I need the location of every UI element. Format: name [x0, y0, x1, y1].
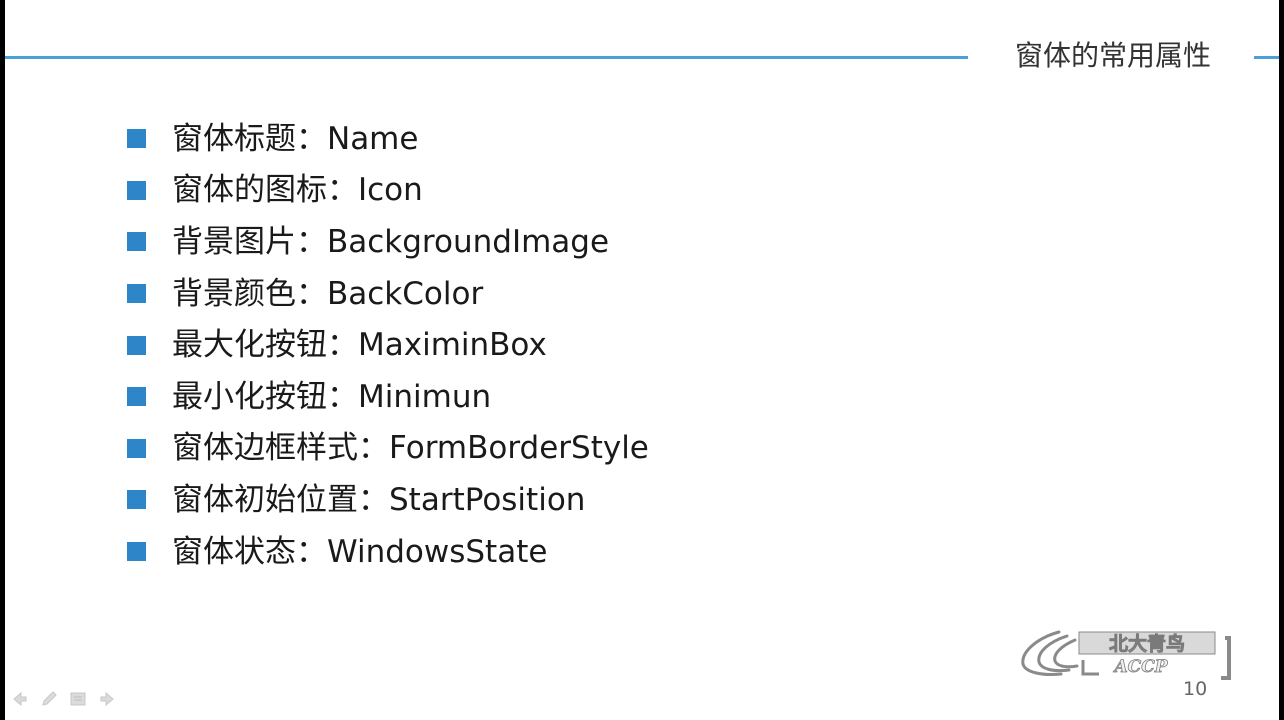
- list-item: 背景图片：BackgroundImage: [127, 216, 649, 268]
- list-item-text: 背景图片：BackgroundImage: [172, 223, 610, 260]
- page-number: 10: [1183, 678, 1208, 700]
- list-item: 背景颜色：BackColor: [127, 268, 649, 320]
- bullet-square-icon: [127, 232, 146, 252]
- bullet-square-icon: [127, 335, 146, 355]
- forward-arrow-icon[interactable]: [98, 690, 116, 708]
- list-item: 窗体标题：Name: [127, 113, 649, 165]
- list-item: 窗体初始位置：StartPosition: [127, 474, 649, 526]
- property-list: 窗体标题：Name 窗体的图标：Icon 背景图片：BackgroundImag…: [127, 113, 649, 577]
- bullet-square-icon: [127, 490, 146, 510]
- list-item-text: 窗体初始位置：StartPosition: [172, 481, 586, 518]
- header-rule-right: [1254, 56, 1279, 59]
- list-item: 最小化按钮：Minimun: [127, 371, 649, 423]
- logo-subtext: ACCP: [1112, 657, 1168, 677]
- list-item: 最大化按钮：MaximinBox: [127, 319, 649, 371]
- pen-icon[interactable]: [40, 690, 58, 708]
- wing-swoosh-icon: [1021, 630, 1079, 676]
- header-rule-left: [5, 56, 968, 59]
- list-item-text: 窗体状态：WindowsState: [172, 533, 548, 570]
- bullet-square-icon: [127, 129, 146, 149]
- list-item: 窗体状态：WindowsState: [127, 526, 649, 578]
- logo-title: 北大青鸟: [1109, 632, 1185, 655]
- slideshow-nav: [11, 690, 116, 708]
- menu-icon[interactable]: [69, 690, 87, 708]
- bullet-square-icon: [127, 180, 146, 200]
- bullet-square-icon: [127, 387, 146, 407]
- list-item-text: 最小化按钮：Minimun: [172, 378, 492, 415]
- bullet-square-icon: [127, 284, 146, 304]
- brand-logo: 北大青鸟 ACCP: [1021, 630, 1231, 680]
- bullet-square-icon: [127, 542, 146, 562]
- list-item-text: 窗体标题：Name: [172, 120, 419, 157]
- slide: 窗体的常用属性 窗体标题：Name 窗体的图标：Icon 背景图片：Backgr…: [5, 0, 1279, 720]
- slide-heading: 窗体的常用属性: [1015, 39, 1212, 72]
- bullet-square-icon: [127, 438, 146, 458]
- list-item: 窗体边框样式：FormBorderStyle: [127, 423, 649, 475]
- list-item-text: 最大化按钮：MaximinBox: [172, 327, 547, 364]
- list-item-text: 窗体的图标：Icon: [172, 172, 423, 209]
- list-item-text: 背景颜色：BackColor: [172, 275, 484, 312]
- list-item: 窗体的图标：Icon: [127, 165, 649, 217]
- back-arrow-icon[interactable]: [11, 690, 29, 708]
- list-item-text: 窗体边框样式：FormBorderStyle: [172, 430, 649, 467]
